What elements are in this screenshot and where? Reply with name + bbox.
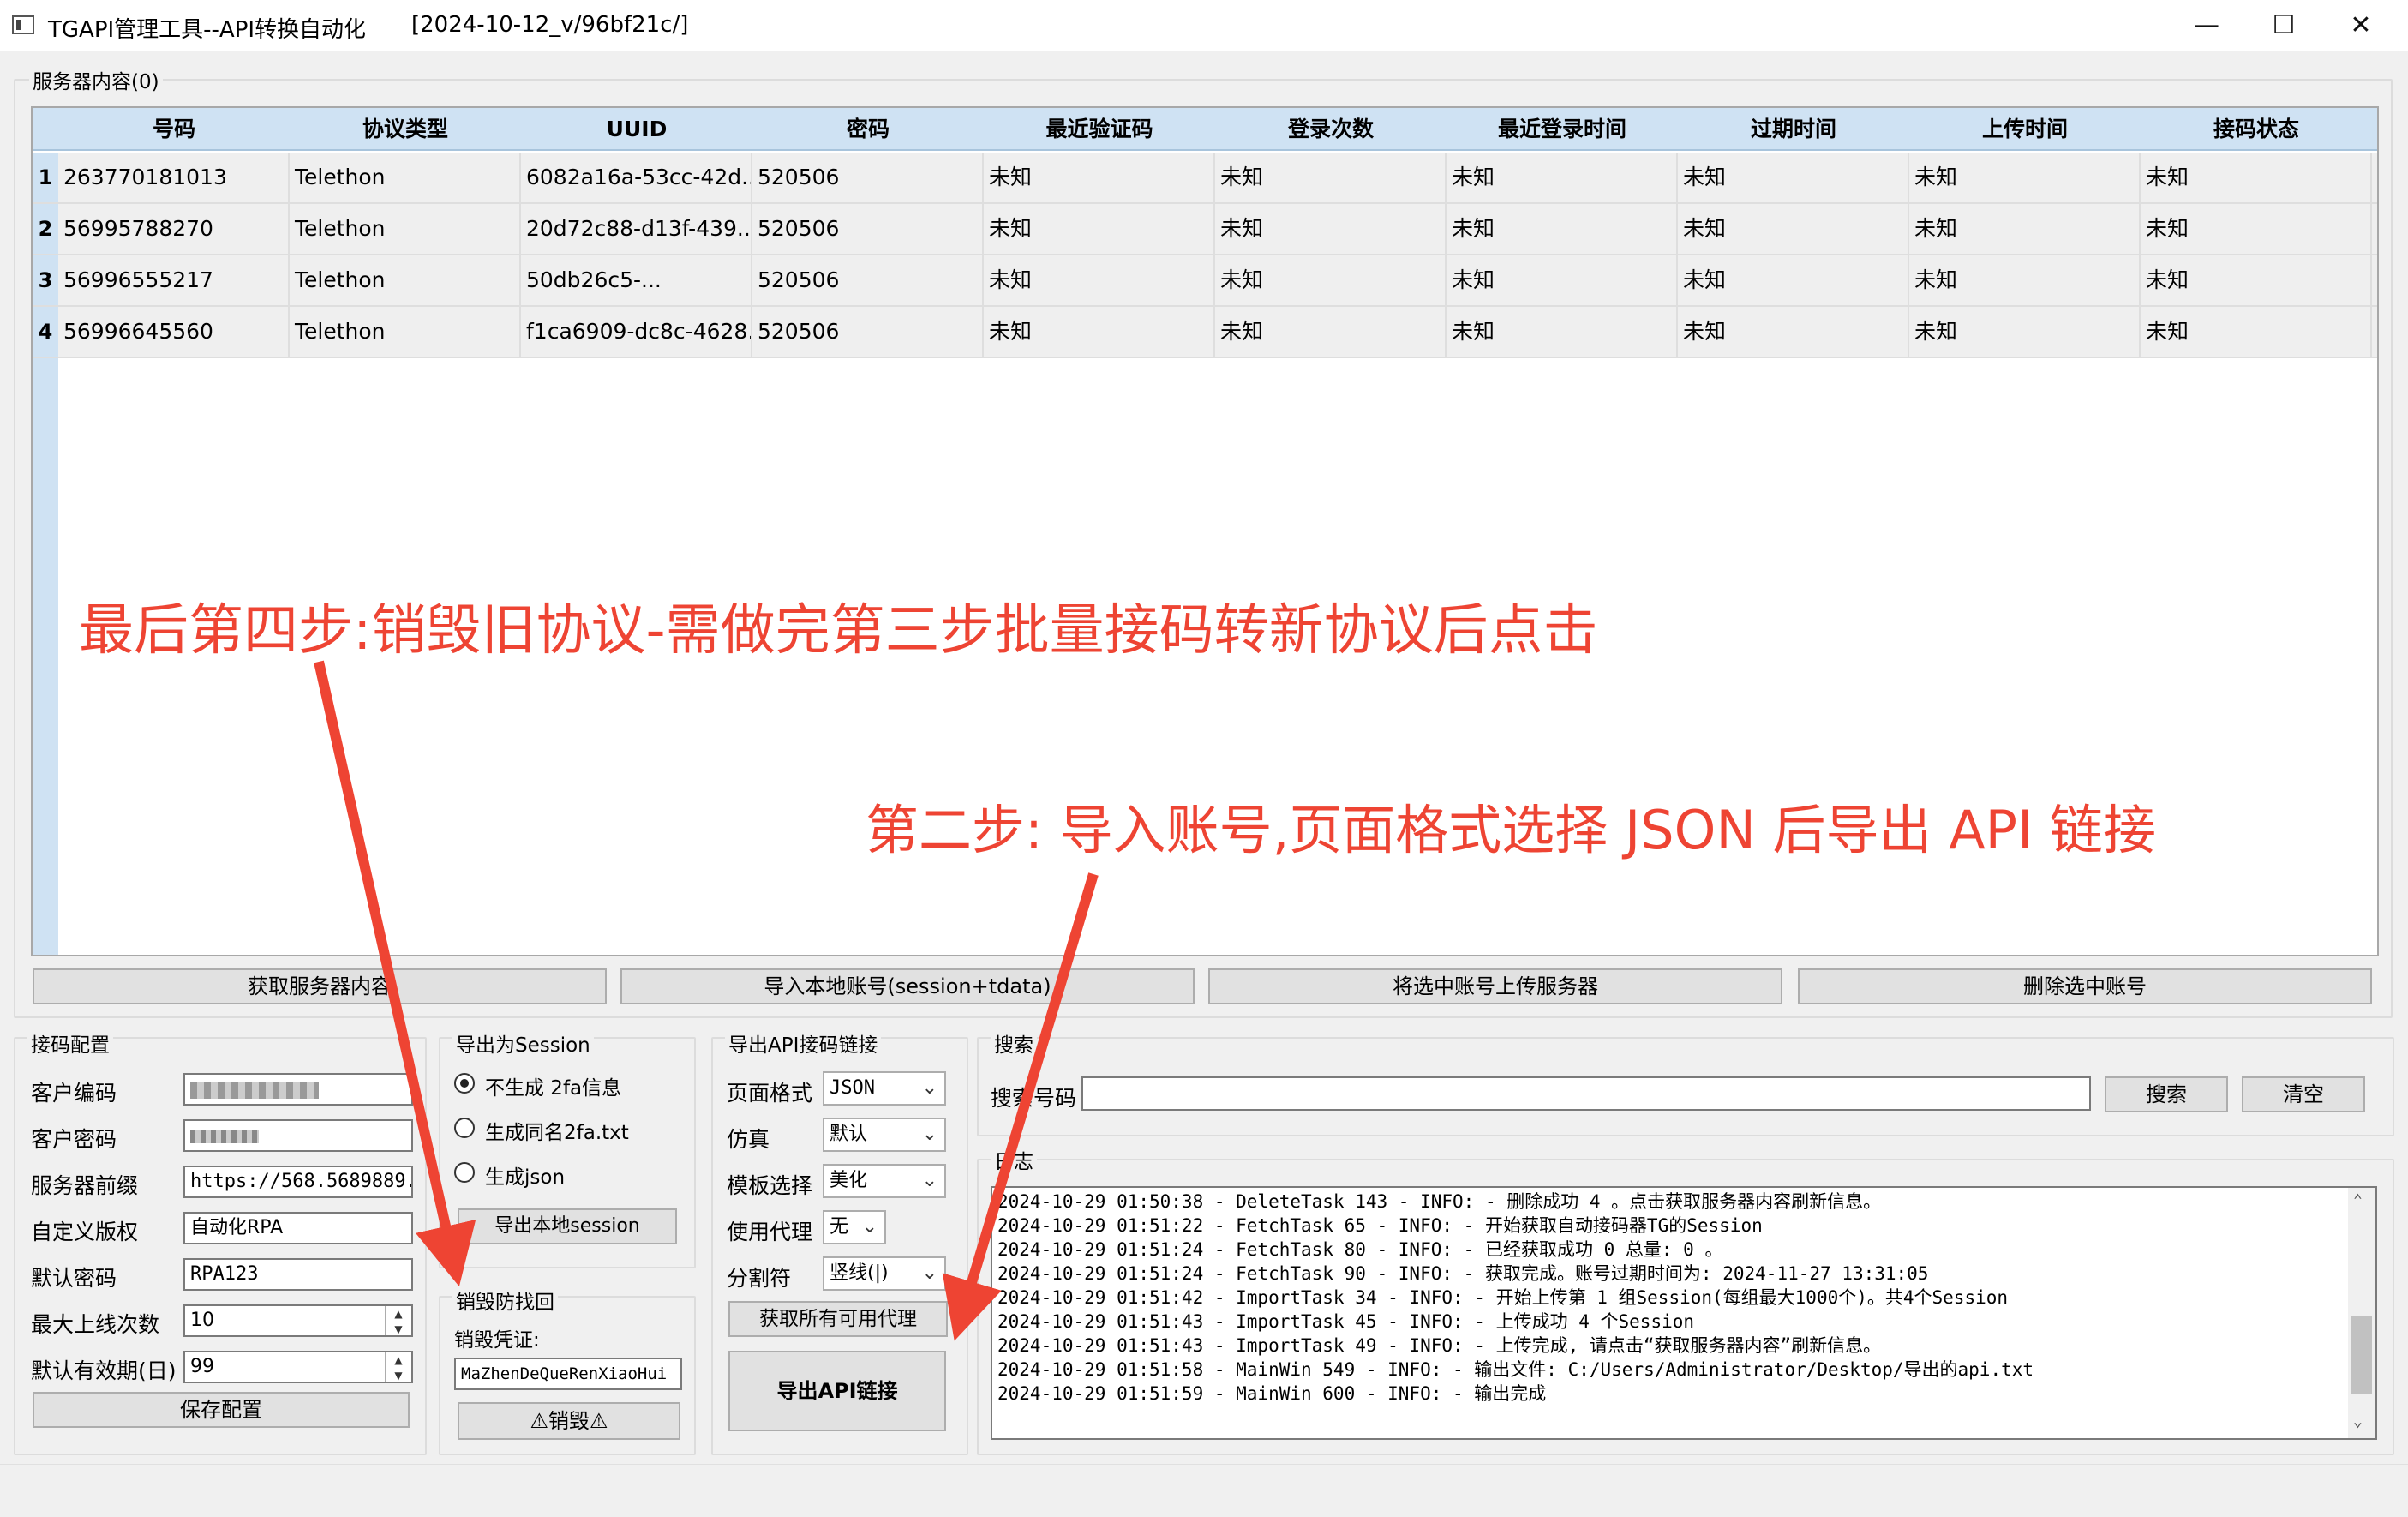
arrow-to-destroy: [314, 660, 476, 1287]
annotation-arrows: [314, 660, 1099, 1341]
arrow-to-export-api: [942, 872, 1099, 1341]
